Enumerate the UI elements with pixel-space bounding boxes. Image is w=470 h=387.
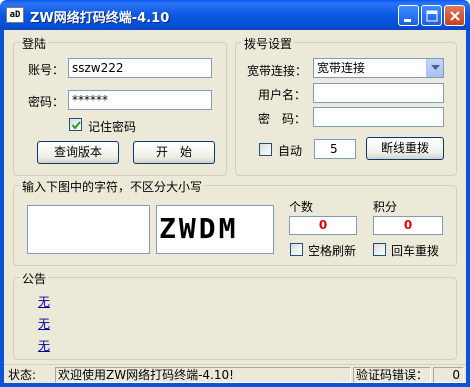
- captcha-image-text: ZWDM: [159, 212, 239, 245]
- notice-item[interactable]: 无: [38, 315, 50, 332]
- captcha-input-box[interactable]: [27, 205, 150, 254]
- chevron-down-icon: [431, 65, 440, 70]
- broadband-connection-select[interactable]: 宽带连接: [313, 58, 444, 78]
- title-bar[interactable]: aD ZW网络打码终端-4.10: [0, 0, 470, 30]
- status-bar: 状态: 欢迎使用ZW网络打码终端-4.10! 验证码错误： 0: [4, 364, 466, 383]
- close-button[interactable]: [444, 5, 465, 26]
- broadband-connection-value: 宽带连接: [317, 61, 366, 75]
- client-area: 登陆 账号： sszw222 密码： ****** 记住密码 查询版本 开 始 …: [4, 30, 466, 383]
- login-group: 登陆 账号： sszw222 密码： ****** 记住密码 查询版本 开 始: [13, 35, 227, 176]
- account-input[interactable]: sszw222: [68, 58, 212, 78]
- minimize-button[interactable]: [398, 5, 419, 26]
- start-button[interactable]: 开 始: [133, 141, 215, 164]
- captcha-group: 输入下图中的字符，不区分大小写 ZWDM 个数 0 积分 0 空格刷新 回车重拨: [13, 178, 457, 266]
- minimize-icon: [404, 19, 411, 22]
- captcha-error-label: 验证码错误：: [353, 367, 431, 383]
- maximize-button[interactable]: [421, 5, 442, 26]
- score-value: 0: [373, 216, 443, 235]
- window-frame-right: [466, 30, 470, 387]
- auto-dial-interval-input[interactable]: 5: [314, 139, 356, 159]
- captcha-error-count: 0: [433, 367, 464, 383]
- notice-group: 公告 无 无 无: [13, 270, 457, 360]
- broadband-connection-label: 宽带连接：: [247, 64, 308, 78]
- status-label: 状态:: [8, 368, 37, 382]
- count-value: 0: [289, 216, 357, 235]
- notice-item[interactable]: 无: [38, 293, 50, 310]
- checkmark-icon: [71, 121, 81, 130]
- enter-redial-checkbox[interactable]: [373, 243, 386, 256]
- space-refresh-label[interactable]: 空格刷新: [308, 242, 356, 259]
- app-icon[interactable]: aD: [6, 7, 24, 23]
- close-icon: [450, 11, 460, 21]
- notice-group-title: 公告: [20, 270, 49, 287]
- login-group-title: 登陆: [20, 35, 49, 52]
- window-title: ZW网络打码终端-4.10: [30, 11, 170, 26]
- dropdown-button[interactable]: [426, 59, 443, 77]
- status-message: 欢迎使用ZW网络打码终端-4.10!: [55, 367, 351, 383]
- dial-password-input[interactable]: [313, 107, 444, 127]
- score-label: 积分: [373, 200, 398, 214]
- maximize-icon: [426, 10, 438, 22]
- redial-button[interactable]: 断线重拨: [366, 137, 444, 160]
- query-version-button[interactable]: 查询版本: [37, 141, 119, 164]
- notice-item[interactable]: 无: [38, 337, 50, 354]
- space-refresh-checkbox[interactable]: [290, 243, 303, 256]
- auto-dial-label[interactable]: 自动: [278, 142, 302, 159]
- password-label: 密码：: [28, 95, 65, 109]
- dial-settings-group-title: 拨号设置: [242, 35, 295, 52]
- dial-password-label: 密 码：: [258, 112, 307, 126]
- window-frame-bottom: [0, 383, 470, 387]
- count-label: 个数: [289, 200, 314, 214]
- password-input[interactable]: ******: [68, 90, 212, 110]
- username-input[interactable]: [313, 83, 444, 103]
- app-window: aD ZW网络打码终端-4.10 登陆 账号： sszw222 密码： ****…: [0, 0, 470, 387]
- remember-password-label[interactable]: 记住密码: [88, 118, 136, 135]
- enter-redial-label[interactable]: 回车重拨: [391, 242, 439, 259]
- captcha-image: ZWDM: [156, 205, 274, 254]
- captcha-group-title: 输入下图中的字符，不区分大小写: [20, 178, 205, 195]
- dial-settings-group: 拨号设置 宽带连接： 宽带连接 用户名： 密 码： 自动 5 断线重拨: [235, 35, 457, 176]
- remember-password-checkbox[interactable]: [69, 118, 82, 131]
- auto-dial-checkbox[interactable]: [259, 143, 272, 156]
- account-label: 账号：: [28, 63, 65, 77]
- username-label: 用户名：: [258, 88, 307, 102]
